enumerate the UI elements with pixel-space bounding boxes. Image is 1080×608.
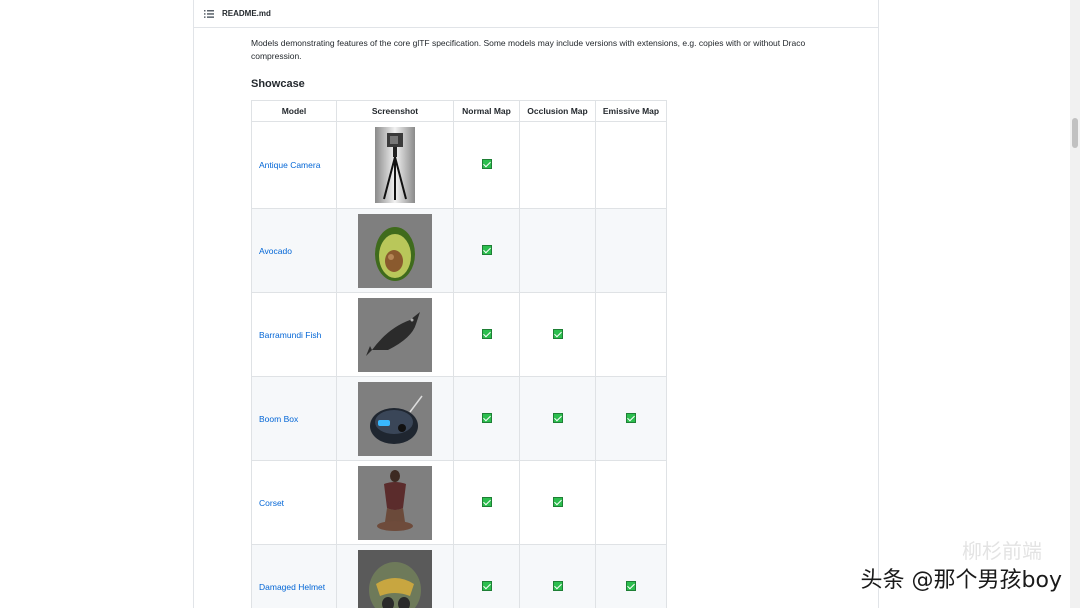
checkmark-icon — [626, 412, 636, 423]
model-name-cell: Corset — [251, 460, 337, 545]
screenshot-cell — [336, 208, 454, 293]
normal-map-cell — [453, 376, 520, 461]
table-row: Antique Camera — [251, 121, 667, 209]
occlusion-map-cell — [519, 460, 596, 545]
intro-text: Models demonstrating features of the cor… — [251, 38, 806, 61]
emissive-map-cell — [595, 376, 667, 461]
file-header: README.md — [194, 0, 878, 28]
boom-box-thumbnail[interactable] — [358, 381, 432, 456]
antique-camera-thumbnail[interactable] — [375, 127, 415, 203]
damaged-helmet-thumbnail[interactable] — [358, 549, 432, 608]
model-link-antique-camera[interactable]: Antique Camera — [259, 160, 320, 170]
table-row: Corset — [251, 460, 667, 545]
table-header-row: Model Screenshot Normal Map Occlusion Ma… — [251, 100, 667, 122]
header-emissive-map: Emissive Map — [595, 100, 667, 122]
checkmark-icon — [481, 496, 492, 507]
corset-thumbnail[interactable] — [358, 465, 432, 540]
normal-map-cell — [453, 208, 520, 293]
occlusion-map-cell — [519, 292, 596, 377]
model-name-cell: Damaged Helmet — [251, 544, 337, 608]
screenshot-cell — [336, 292, 454, 377]
emissive-map-cell — [595, 208, 667, 293]
readme-content: Models demonstrating features of the cor… — [251, 37, 831, 608]
model-link-damaged-helmet[interactable]: Damaged Helmet — [259, 582, 325, 592]
emissive-map-cell — [595, 292, 667, 377]
table-row: Avocado — [251, 208, 667, 293]
header-screenshot: Screenshot — [336, 100, 454, 122]
model-name-cell: Avocado — [251, 208, 337, 293]
watermark: 头条 @那个男孩boy — [860, 568, 1062, 593]
normal-map-cell — [453, 460, 520, 545]
model-link-barramundi-fish[interactable]: Barramundi Fish — [259, 330, 321, 340]
emissive-map-cell — [595, 544, 667, 608]
list-icon[interactable] — [204, 9, 214, 18]
readme-panel: README.md Models demonstrating features … — [193, 0, 879, 608]
section-title: Showcase — [251, 78, 305, 90]
normal-map-cell — [453, 292, 520, 377]
checkmark-icon — [481, 412, 492, 423]
checkmark-icon — [552, 412, 563, 423]
watermark-faint: 柳杉前端 — [962, 539, 1042, 563]
model-link-avocado[interactable]: Avocado — [259, 246, 292, 256]
occlusion-map-cell — [519, 376, 596, 461]
normal-map-cell — [453, 544, 520, 608]
barramundi-fish-thumbnail[interactable] — [358, 297, 432, 372]
checkmark-icon — [552, 496, 563, 507]
occlusion-map-cell — [519, 544, 596, 608]
model-name-cell: Barramundi Fish — [251, 292, 337, 377]
table-row: Barramundi Fish — [251, 292, 667, 377]
occlusion-map-cell — [519, 121, 596, 209]
screenshot-cell — [336, 544, 454, 608]
checkmark-icon — [481, 159, 492, 169]
avocado-thumbnail[interactable] — [358, 213, 432, 288]
checkmark-icon — [552, 328, 563, 339]
table-row: Damaged Helmet — [251, 544, 667, 608]
file-name: README.md — [222, 9, 271, 18]
header-normal-map: Normal Map — [453, 100, 520, 122]
table-row: Boom Box — [251, 376, 667, 461]
emissive-map-cell — [595, 460, 667, 545]
checkmark-icon — [481, 328, 492, 339]
model-link-boom-box[interactable]: Boom Box — [259, 414, 298, 424]
checkmark-icon — [626, 580, 636, 591]
model-name-cell: Boom Box — [251, 376, 337, 461]
models-table: Model Screenshot Normal Map Occlusion Ma… — [251, 100, 667, 608]
checkmark-icon — [552, 580, 563, 591]
header-occlusion-map: Occlusion Map — [519, 100, 596, 122]
screenshot-cell — [336, 460, 454, 545]
model-name-cell: Antique Camera — [251, 121, 337, 209]
page-scrollbar[interactable] — [1070, 0, 1080, 608]
screenshot-cell — [336, 376, 454, 461]
screenshot-cell — [336, 121, 454, 209]
model-link-corset[interactable]: Corset — [259, 498, 284, 508]
checkmark-icon — [481, 580, 492, 591]
emissive-map-cell — [595, 121, 667, 209]
header-model: Model — [251, 100, 337, 122]
checkmark-icon — [481, 244, 492, 255]
scrollbar-thumb[interactable] — [1072, 118, 1078, 148]
normal-map-cell — [453, 121, 520, 209]
occlusion-map-cell — [519, 208, 596, 293]
